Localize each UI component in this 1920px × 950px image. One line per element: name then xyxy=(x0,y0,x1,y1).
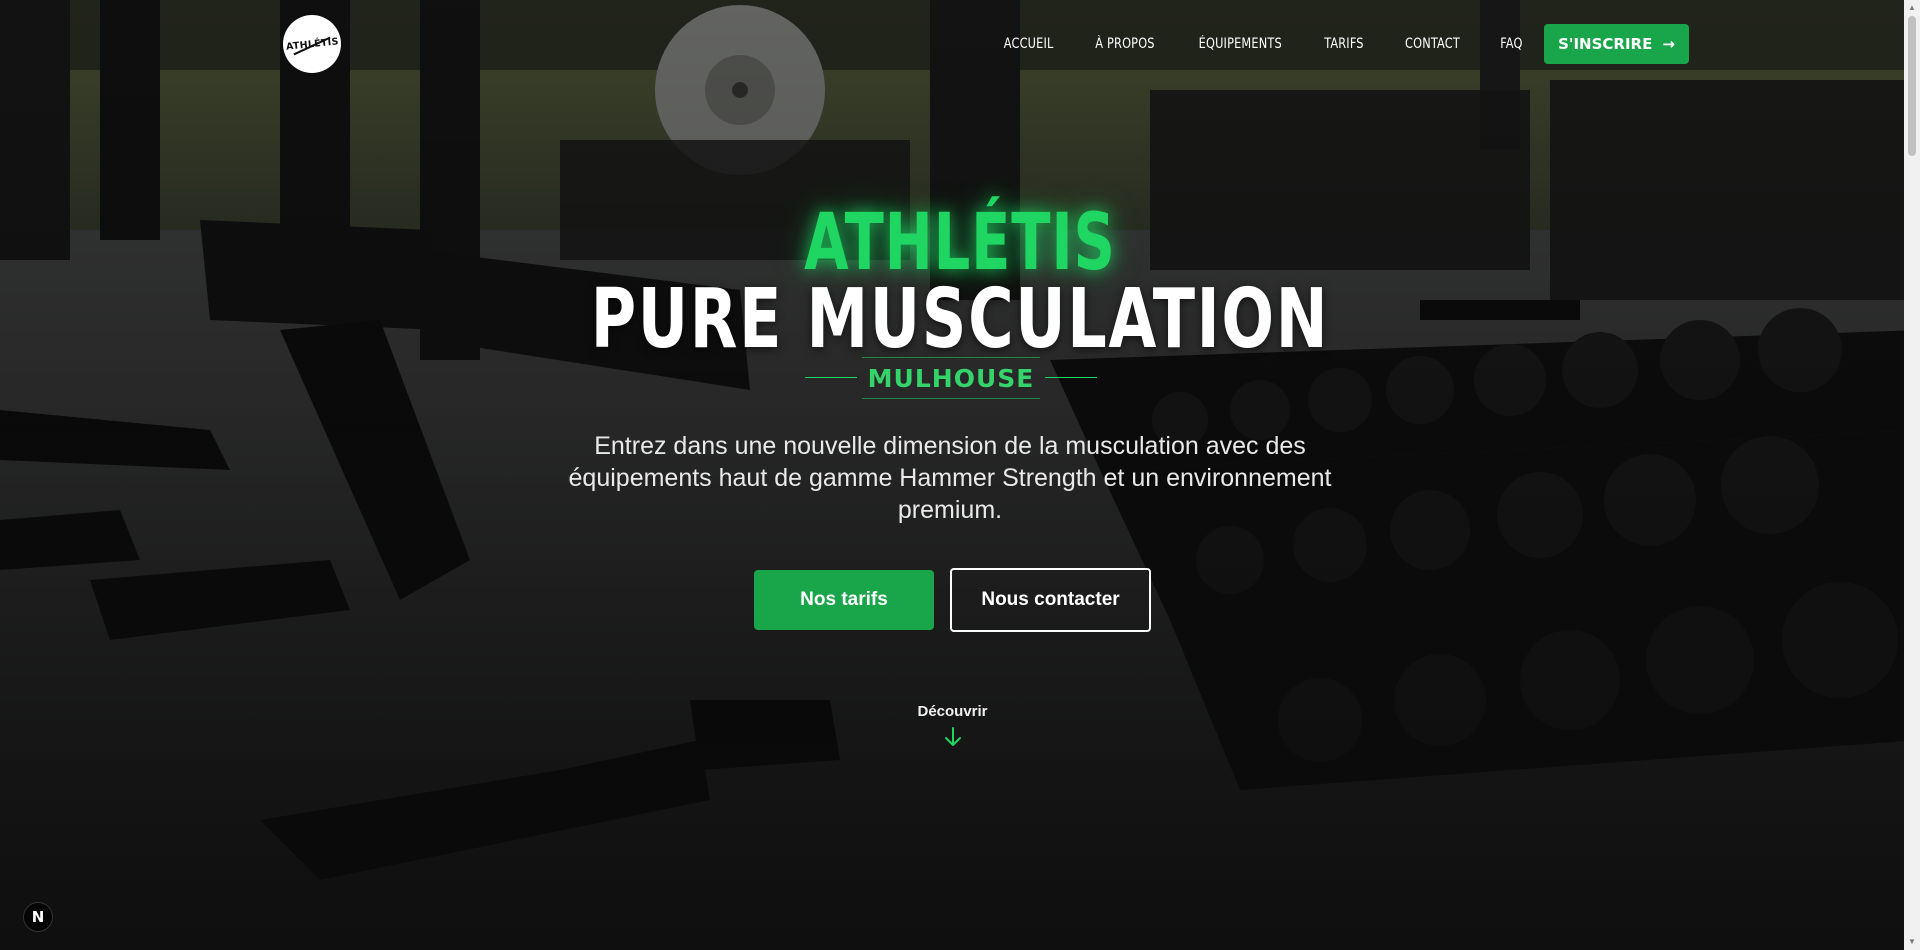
discover-link[interactable]: Découvrir xyxy=(900,703,1005,748)
city-label: MULHOUSE xyxy=(862,357,1040,399)
nextjs-dev-badge[interactable]: N xyxy=(23,902,53,932)
contact-button[interactable]: Nous contacter xyxy=(950,568,1151,632)
scroll-up-icon[interactable]: ▲ xyxy=(1904,0,1920,16)
scroll-thumb[interactable] xyxy=(1908,16,1916,156)
hero-subtitle: Entrez dans une nouvelle dimension de la… xyxy=(568,432,1332,524)
nextjs-badge-letter: N xyxy=(31,908,45,926)
discover-label: Découvrir xyxy=(917,703,988,720)
hero-title: PURE MUSCULATION xyxy=(590,272,1330,367)
city-line-right xyxy=(1045,377,1097,378)
city-badge: MULHOUSE xyxy=(805,357,1097,401)
scroll-down-icon[interactable]: ▼ xyxy=(1904,934,1920,950)
scrollbar[interactable]: ▲ ▼ xyxy=(1904,0,1920,950)
hero-section: ATHLÉTIS PURE MUSCULATION MULHOUSE Entre… xyxy=(0,0,1920,950)
arrow-down-icon xyxy=(944,727,961,746)
pricing-button[interactable]: Nos tarifs xyxy=(754,570,934,630)
city-line-left xyxy=(805,377,857,378)
